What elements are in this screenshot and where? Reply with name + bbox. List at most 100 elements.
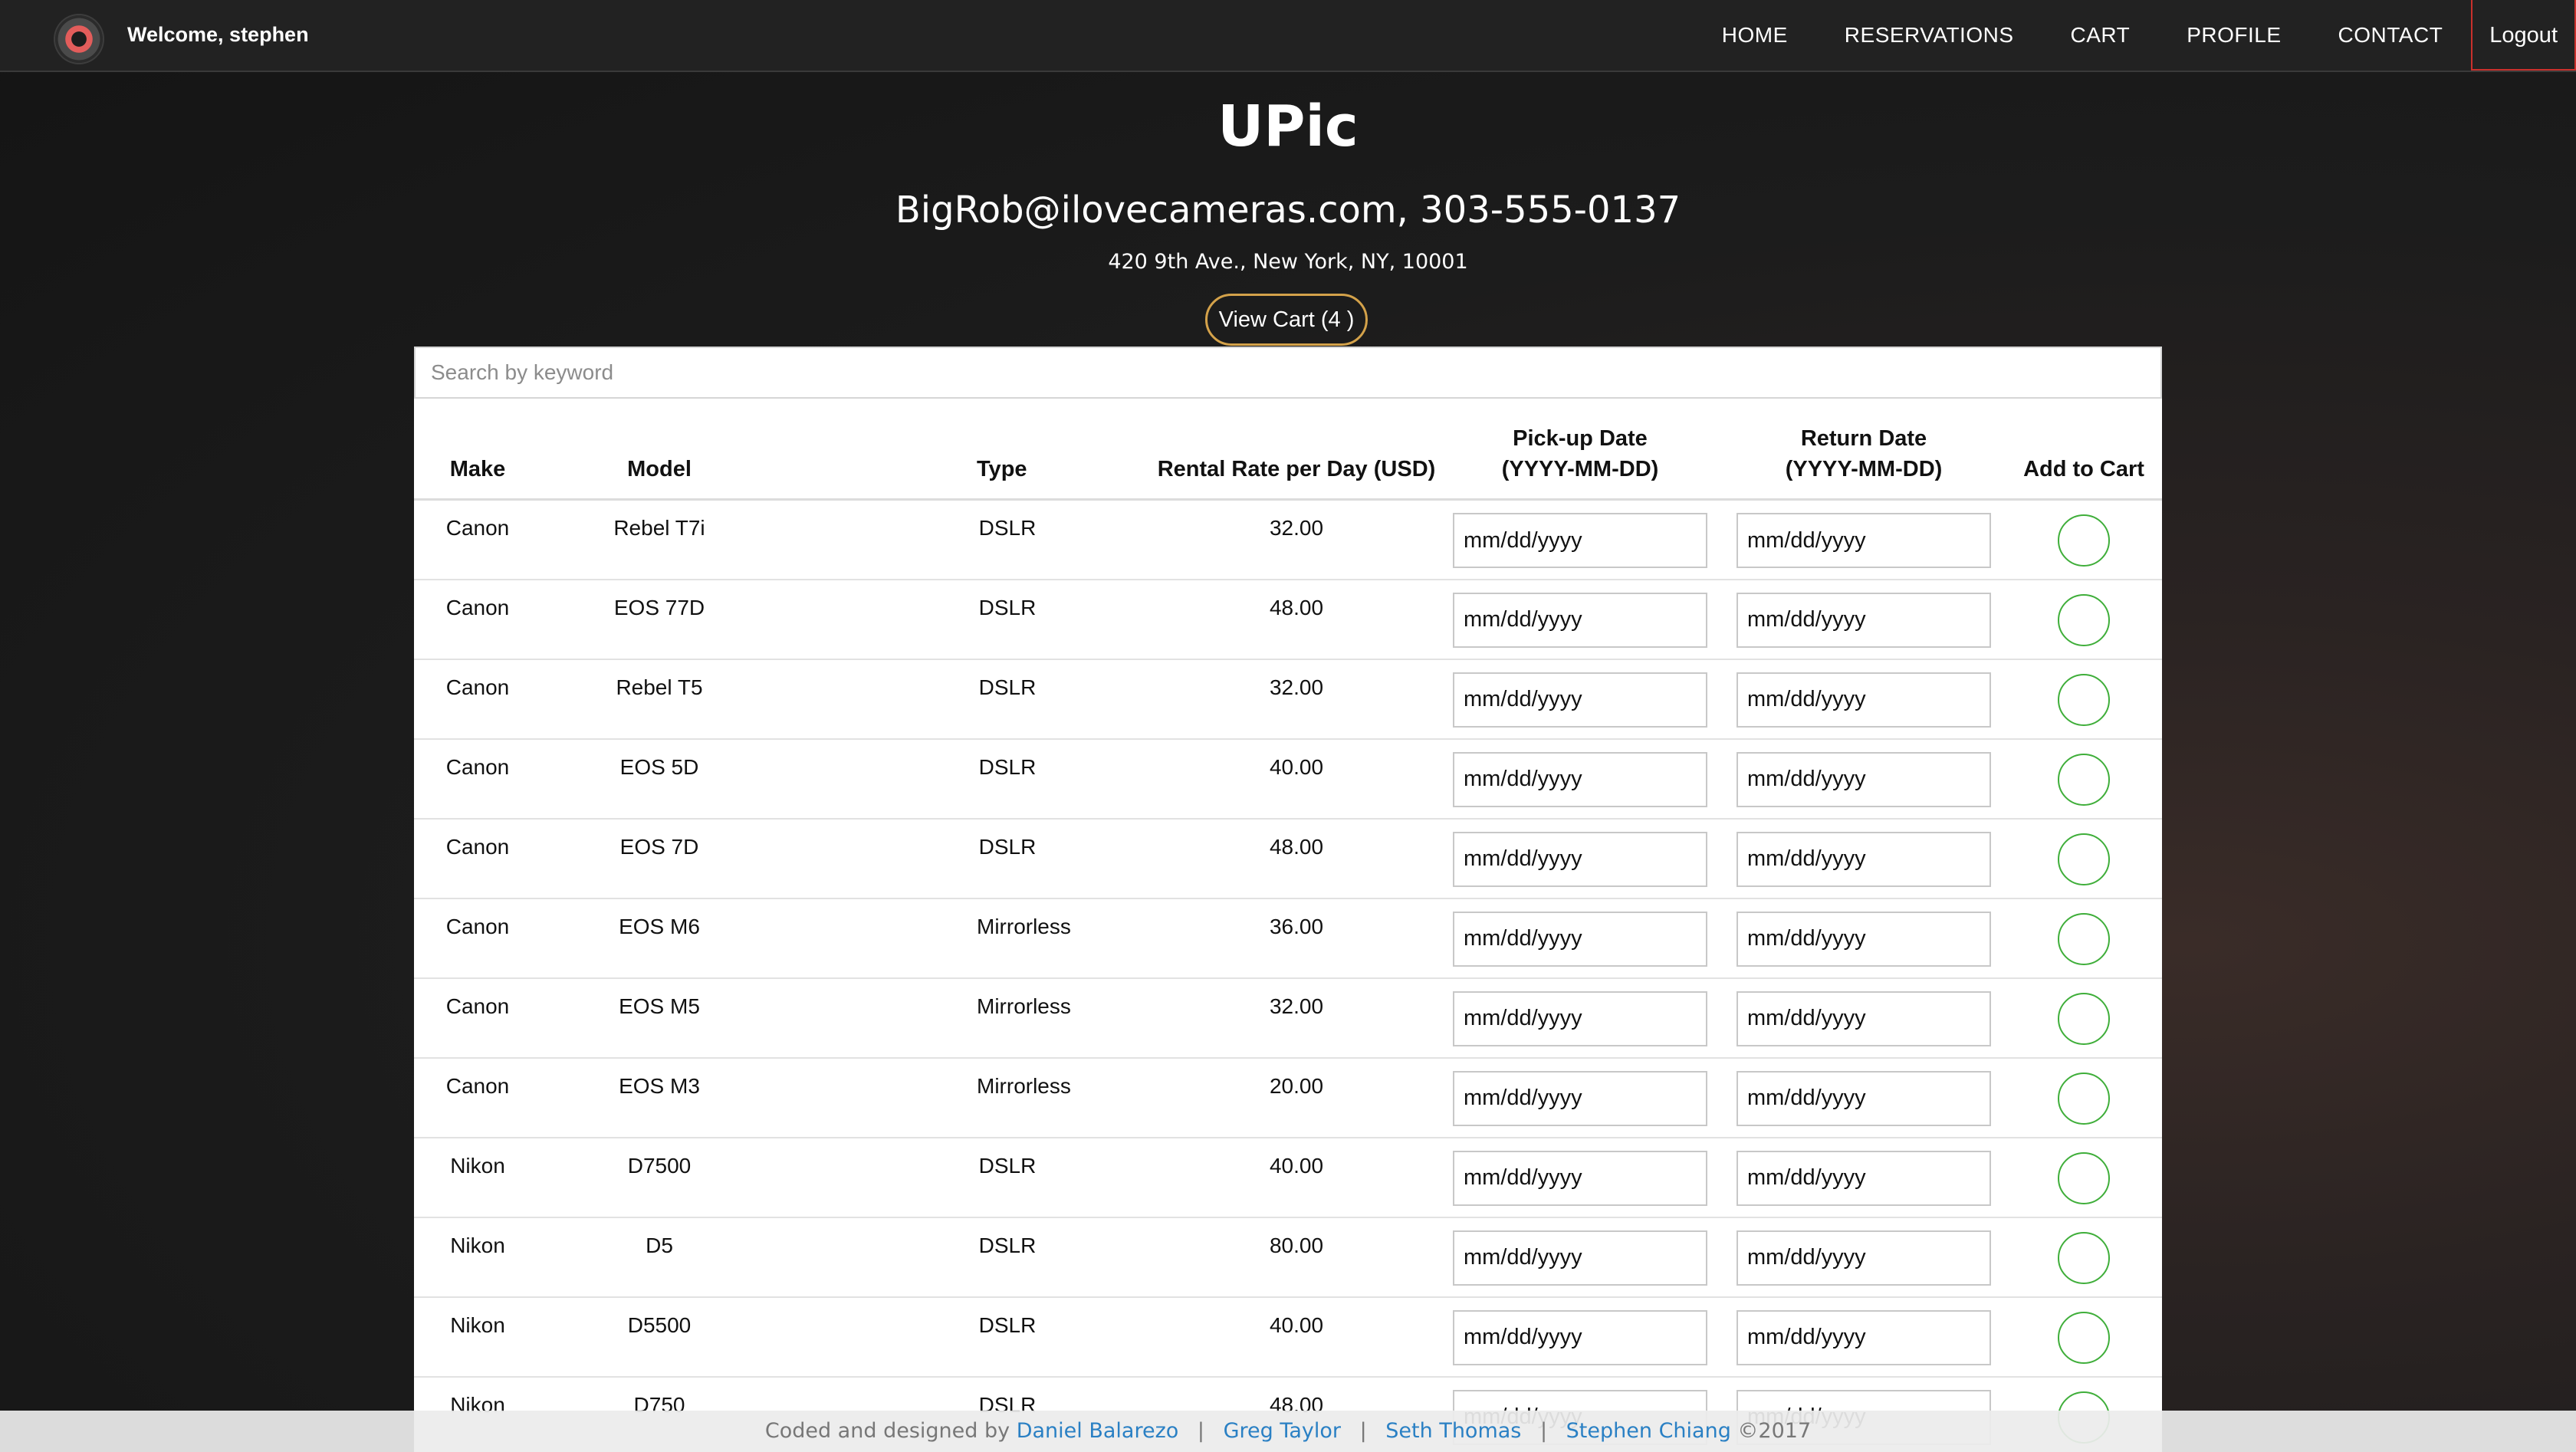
page-footer: Coded and designed by Daniel Balarezo | … [0,1411,2576,1452]
search-input[interactable] [414,347,2162,399]
cell-type: DSLR [777,1296,1155,1378]
pickup-date-input[interactable] [1453,911,1707,967]
return-header-line2: (YYYY-MM-DD) [1785,457,1943,481]
nav-cart-link[interactable]: CART [2042,0,2159,71]
cell-model: D5 [541,1217,777,1298]
cell-rate: 32.00 [1155,977,1438,1059]
cell-rate: 32.00 [1155,659,1438,740]
add-to-cart-toggle[interactable] [2058,992,2110,1045]
cell-rate: 48.00 [1155,818,1438,899]
add-to-cart-toggle[interactable] [2058,1151,2110,1204]
pickup-date-input[interactable] [1453,592,1707,648]
cell-add [2006,659,2162,740]
pickup-date-input[interactable] [1453,990,1707,1046]
cell-type-label: DSLR [978,1312,1037,1337]
footer-author-link[interactable]: Seth Thomas [1385,1419,1521,1443]
nav-home-link[interactable]: HOME [1694,0,1816,71]
logout-button[interactable]: Logout [2471,0,2576,71]
footer-author-link[interactable]: Greg Taylor [1224,1419,1341,1443]
return-date-input[interactable] [1737,1309,1991,1365]
return-date-input[interactable] [1737,1150,1991,1206]
footer-author-link[interactable]: Stephen Chiang [1566,1419,1731,1443]
return-date-input[interactable] [1737,911,1991,967]
add-to-cart-toggle[interactable] [2058,833,2110,885]
top-navbar: Welcome, stephen HOME RESERVATIONS CART … [0,0,2576,72]
cell-type-label: DSLR [978,834,1037,859]
add-to-cart-toggle[interactable] [2058,673,2110,726]
cell-make: Canon [414,818,541,899]
pickup-date-input[interactable] [1453,672,1707,728]
pickup-date-input[interactable] [1453,1230,1707,1286]
cell-pickup [1438,1217,1722,1298]
cell-add [2006,579,2162,660]
footer-copyright: ©2017 [1737,1419,1812,1443]
pickup-date-input[interactable] [1453,1309,1707,1365]
cell-add [2006,818,2162,899]
cell-add [2006,738,2162,820]
pickup-date-input[interactable] [1453,1150,1707,1206]
table-row: Nikon D5500 DSLR 40.00 [414,1296,2162,1378]
return-date-input[interactable] [1737,672,1991,728]
pickup-date-input[interactable] [1453,751,1707,807]
cell-return [1722,1296,2006,1378]
add-to-cart-toggle[interactable] [2058,1231,2110,1284]
cell-type: DSLR [777,659,1155,740]
cell-pickup [1438,659,1722,740]
column-header-type: Type [777,399,1155,501]
cell-type: Mirrorless [777,898,1155,979]
table-row: Canon EOS M3 Mirrorless 20.00 [414,1057,2162,1138]
cell-type: Mirrorless [777,977,1155,1059]
table-row: Canon EOS 77D DSLR 48.00 [414,579,2162,660]
cell-pickup [1438,1296,1722,1378]
cell-model: EOS M5 [541,977,777,1059]
return-date-input[interactable] [1737,513,1991,568]
cell-rate: 80.00 [1155,1217,1438,1298]
cell-pickup [1438,738,1722,820]
camera-logo-icon[interactable] [55,15,103,63]
table-row: Canon EOS 7D DSLR 48.00 [414,818,2162,899]
nav-profile-link[interactable]: PROFILE [2158,0,2309,71]
store-address: 420 9th Ave., New York, NY, 10001 [1108,250,1468,274]
cell-make: Nikon [414,1137,541,1218]
return-date-input[interactable] [1737,1070,1991,1126]
column-header-add: Add to Cart [2006,399,2162,501]
cell-model: EOS 7D [541,818,777,899]
cell-pickup [1438,818,1722,899]
table-row: Canon EOS M6 Mirrorless 36.00 [414,898,2162,979]
add-to-cart-toggle[interactable] [2058,593,2110,646]
cell-make: Canon [414,659,541,740]
add-to-cart-toggle[interactable] [2058,514,2110,567]
return-date-input[interactable] [1737,831,1991,887]
cell-make: Canon [414,977,541,1059]
cell-return [1722,818,2006,899]
nav-contact-link[interactable]: CONTACT [2310,0,2472,71]
pickup-date-input[interactable] [1453,513,1707,568]
pickup-date-input[interactable] [1453,1070,1707,1126]
return-header-line1: Return Date [1800,426,1927,451]
footer-author-link[interactable]: Daniel Balarezo [1017,1419,1179,1443]
cell-type-label: Mirrorless [977,994,1071,1018]
cell-type: DSLR [777,818,1155,899]
cell-type: Mirrorless [777,1057,1155,1138]
column-header-model: Model [541,399,777,501]
add-to-cart-toggle[interactable] [2058,753,2110,806]
add-to-cart-toggle[interactable] [2058,912,2110,965]
cell-return [1722,579,2006,660]
cell-model: EOS 5D [541,738,777,820]
column-header-rate: Rental Rate per Day (USD) [1155,399,1438,501]
return-date-input[interactable] [1737,1230,1991,1286]
cell-make: Canon [414,499,541,580]
cell-type: DSLR [777,1137,1155,1218]
add-to-cart-toggle[interactable] [2058,1072,2110,1125]
return-date-input[interactable] [1737,751,1991,807]
footer-separator: | [1539,1419,1548,1443]
view-cart-button[interactable]: View Cart (4 ) [1205,294,1368,346]
return-date-input[interactable] [1737,592,1991,648]
table-row: Nikon D5 DSLR 80.00 [414,1217,2162,1298]
pickup-date-input[interactable] [1453,831,1707,887]
cell-type: DSLR [777,499,1155,580]
return-date-input[interactable] [1737,990,1991,1046]
nav-reservations-link[interactable]: RESERVATIONS [1816,0,2042,71]
cell-return [1722,1137,2006,1218]
add-to-cart-toggle[interactable] [2058,1311,2110,1364]
